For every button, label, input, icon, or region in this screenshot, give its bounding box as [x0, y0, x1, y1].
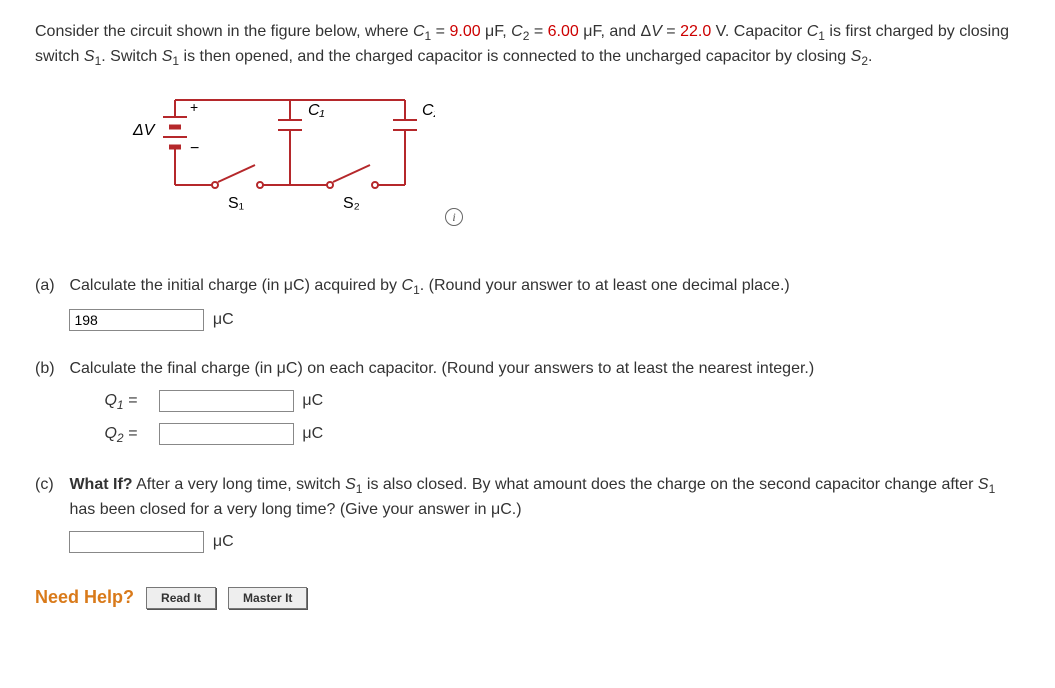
circuit-figure: + − ΔV C₁ C₂ S₁ S₂ i [115, 90, 1020, 244]
c1-symbol-2: C [807, 23, 819, 40]
read-it-button[interactable]: Read It [146, 587, 216, 609]
eq2: = [529, 23, 547, 40]
c2-value: 6.00 [548, 23, 579, 40]
part-c-s1-2: S [978, 476, 989, 493]
dv-value: 22.0 [680, 23, 711, 40]
part-c-q2: is also closed. By what amount does the … [362, 476, 977, 493]
plus-label: + [190, 99, 198, 115]
part-a-label: (a) [35, 274, 65, 298]
part-b-label: (b) [35, 357, 65, 381]
eq1: = [431, 23, 449, 40]
q2-label: Q [104, 425, 116, 442]
s1-symbol-2: S [162, 48, 173, 65]
part-a-c1: C [402, 277, 414, 294]
period: . [868, 48, 872, 65]
dv-symbol: V [651, 23, 662, 40]
c2-symbol: C [511, 23, 523, 40]
s2-figure-label: S₂ [343, 195, 360, 212]
part-a-c1-sub: 1 [413, 284, 420, 298]
q2-unit: μC [302, 425, 323, 442]
c1-symbol: C [413, 23, 425, 40]
part-b: (b) Calculate the final charge (in μC) o… [35, 357, 1020, 448]
part-c-s1-sub-2: 1 [989, 482, 996, 496]
q2-sub: 2 [117, 432, 124, 446]
circuit-svg: + − ΔV C₁ C₂ S₁ S₂ [115, 90, 435, 220]
part-c-q1: After a very long time, switch [133, 476, 346, 493]
c1-unit: μF, [481, 23, 512, 40]
c1-value: 9.00 [449, 23, 480, 40]
part-c: (c) What If? After a very long time, swi… [35, 473, 1020, 554]
s1-figure-label: S₁ [228, 195, 244, 212]
q2-input[interactable] [159, 423, 294, 445]
need-help-label: Need Help? [35, 584, 134, 611]
part-a-input[interactable] [69, 309, 204, 331]
c2-unit: μF, and Δ [579, 23, 651, 40]
part-a: (a) Calculate the initial charge (in μC)… [35, 274, 1020, 331]
whatif-label: What If? [69, 476, 132, 493]
q2-eq: = [124, 425, 138, 442]
part-c-s1: S [345, 476, 356, 493]
part-c-unit: μC [213, 533, 234, 550]
info-icon[interactable]: i [445, 208, 463, 226]
master-it-button[interactable]: Master It [228, 587, 307, 609]
problem-text-3: . Switch [101, 48, 161, 65]
part-a-question-1: Calculate the initial charge (in μC) acq… [69, 277, 401, 294]
part-b-question: Calculate the final charge (in μC) on ea… [69, 360, 814, 377]
q1-eq: = [124, 392, 138, 409]
s2-sub: 2 [861, 54, 868, 68]
q1-unit: μC [302, 392, 323, 409]
dv-unit: V. Capacitor [711, 23, 806, 40]
q1-label: Q [104, 392, 116, 409]
dv-figure-label: ΔV [132, 122, 156, 139]
part-c-q3: has been closed for a very long time? (G… [69, 501, 521, 518]
c2-figure-label: C₂ [422, 102, 435, 119]
problem-text-1: Consider the circuit shown in the figure… [35, 23, 413, 40]
eq3: = [662, 23, 680, 40]
c1-sub-2: 1 [818, 29, 825, 43]
s1-symbol: S [84, 48, 95, 65]
part-a-question-2: . (Round your answer to at least one dec… [420, 277, 790, 294]
problem-text-4: is then opened, and the charged capacito… [179, 48, 851, 65]
q1-sub: 1 [117, 398, 124, 412]
part-c-label: (c) [35, 473, 65, 497]
problem-statement: Consider the circuit shown in the figure… [35, 20, 1020, 70]
s2-symbol: S [851, 48, 862, 65]
q1-input[interactable] [159, 390, 294, 412]
need-help-section: Need Help? Read It Master It [35, 584, 1020, 611]
part-c-input[interactable] [69, 531, 204, 553]
minus-label: − [190, 140, 199, 157]
part-a-unit: μC [213, 311, 234, 328]
c1-figure-label: C₁ [308, 102, 325, 119]
